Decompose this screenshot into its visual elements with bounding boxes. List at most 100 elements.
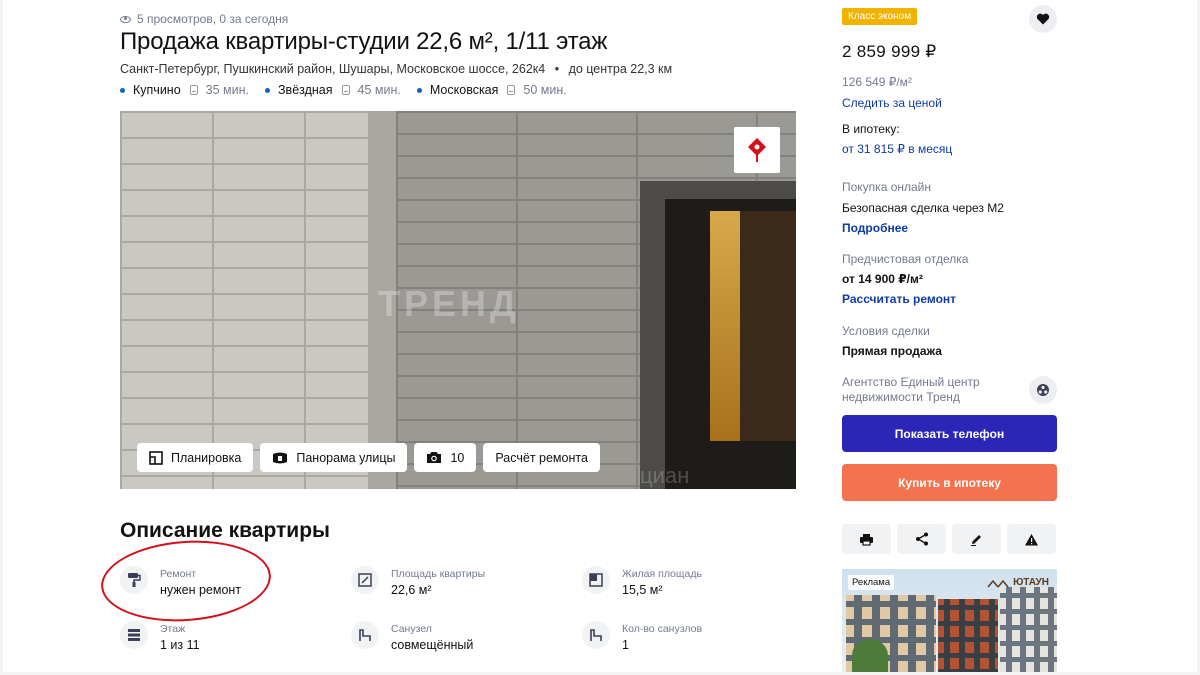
living-area-icon — [582, 566, 610, 594]
agency-logo[interactable] — [734, 127, 780, 173]
metro-time: 50 мин. — [523, 83, 567, 97]
terms-label: Условия сделки — [842, 324, 930, 338]
floorplan-button[interactable]: Планировка — [137, 443, 254, 472]
agency-name[interactable]: Агентство Единый центр недвижимости Трен… — [842, 375, 992, 405]
finish-label: Предчистовая отделка — [842, 252, 969, 266]
photo-door — [740, 211, 796, 441]
camera-icon — [427, 452, 442, 463]
floorplan-label: Планировка — [171, 450, 242, 465]
feature-label: Площадь квартиры — [391, 568, 486, 580]
transport-icon — [189, 85, 198, 95]
listing-page: 5 просмотров, 0 за сегодня Продажа кварт… — [3, 0, 1197, 672]
share-icon — [915, 532, 928, 546]
online-purchase-link[interactable]: Подробнее — [842, 221, 908, 235]
distance-text: до центра 22,3 км — [568, 62, 673, 76]
metro-item[interactable]: Купчино 35 мин. — [120, 83, 249, 97]
online-purchase-value: Безопасная сделка через М2 — [842, 201, 1004, 215]
address: Санкт-Петербург, Пушкинский район, Шушар… — [120, 62, 672, 76]
heart-icon — [1036, 13, 1050, 25]
feature-value: 15,5 м² — [622, 583, 663, 597]
feature-label: Жилая площадь — [622, 568, 702, 580]
metro-dot-icon — [416, 87, 422, 93]
photo-actions: Планировка Панорама улицы 10 Расчёт ремо… — [137, 443, 600, 472]
tools-bar — [842, 524, 1056, 554]
feature-label: Санузел — [391, 623, 432, 635]
feature-value: 1 из 11 — [160, 638, 200, 652]
floors-icon — [120, 621, 148, 649]
bathroom-count-icon — [582, 621, 610, 649]
report-button[interactable] — [1007, 524, 1056, 554]
map-pin-icon — [748, 138, 766, 162]
share-button[interactable] — [897, 524, 946, 554]
annotation-circle — [98, 535, 274, 627]
street-view-icon — [273, 452, 288, 463]
metro-time: 35 мин. — [205, 83, 249, 97]
feature-living-area: Жилая площадь 15,5 м² — [582, 566, 702, 597]
floorplan-icon — [149, 450, 163, 465]
feature-label: Кол-во санузлов — [622, 623, 703, 635]
warning-icon — [1025, 533, 1038, 545]
main-photo[interactable]: ТРЕНД циан Планировка Панорама улицы 10 … — [120, 111, 796, 489]
metro-name[interactable]: Московская — [430, 83, 499, 97]
ad-brand-text: ЮТАУН — [1013, 577, 1049, 588]
photos-count: 10 — [450, 450, 465, 465]
feature-label: Этаж — [160, 623, 186, 635]
photo-wall-left — [120, 111, 380, 489]
terms-value: Прямая продажа — [842, 344, 942, 358]
price-per-meter: 126 549 ₽/м² — [842, 75, 912, 89]
calculate-renovation-link[interactable]: Рассчитать ремонт — [842, 292, 956, 306]
metro-name[interactable]: Купчино — [133, 83, 181, 97]
ad-brand: ЮТАУН — [987, 577, 1049, 588]
metro-time: 45 мин. — [357, 83, 401, 97]
photo-watermark: ТРЕНД — [378, 283, 520, 324]
finish-value: от 14 900 ₽/м² — [842, 272, 923, 286]
separator-dot: • — [554, 62, 560, 76]
feature-bathroom: Санузел совмещённый — [351, 621, 473, 652]
online-purchase-label: Покупка онлайн — [842, 180, 932, 194]
feature-value: совмещённый — [391, 638, 474, 652]
follow-price-link[interactable]: Следить за ценой — [842, 96, 942, 110]
address-text[interactable]: Санкт-Петербург, Пушкинский район, Шушар… — [120, 62, 545, 76]
bathroom-icon — [351, 621, 379, 649]
street-view-label: Панорама улицы — [296, 450, 396, 465]
ad-banner[interactable]: Реклама ЮТАУН — [842, 569, 1057, 672]
views-counter: 5 просмотров, 0 за сегодня — [120, 12, 288, 26]
show-phone-button[interactable]: Показать телефон — [842, 415, 1057, 452]
feature-area: Площадь квартиры 22,6 м² — [351, 566, 485, 597]
transport-icon — [341, 85, 350, 95]
mortgage-link[interactable]: от 31 815 ₽ в месяц — [842, 142, 952, 156]
metro-list: Купчино 35 мин. Звёздная 45 мин. Московс… — [120, 83, 567, 97]
renovation-calc-button[interactable]: Расчёт ремонта — [483, 443, 600, 472]
agency-icon — [1037, 384, 1049, 396]
photo-watermark-cian: циан — [640, 463, 690, 488]
print-icon — [860, 533, 873, 546]
metro-item[interactable]: Московская 50 мин. — [416, 83, 567, 97]
ad-building-image — [938, 599, 998, 672]
photos-count-button[interactable]: 10 — [414, 443, 477, 472]
mortgage-label: В ипотеку: — [842, 122, 900, 136]
ad-label: Реклама — [848, 575, 895, 590]
transport-icon — [507, 85, 516, 95]
metro-dot-icon — [120, 87, 125, 93]
favorite-button[interactable] — [1029, 5, 1057, 33]
metro-item[interactable]: Звёздная 45 мин. — [265, 83, 401, 97]
feature-value: 22,6 м² — [391, 583, 432, 597]
street-view-button[interactable]: Панорама улицы — [260, 443, 408, 472]
eye-icon — [120, 15, 131, 23]
ad-building-image — [1000, 587, 1057, 672]
metro-name[interactable]: Звёздная — [278, 83, 333, 97]
feature-bathroom-count: Кол-во санузлов 1 — [582, 621, 702, 652]
buy-mortgage-button[interactable]: Купить в ипотеку — [842, 464, 1057, 501]
pencil-icon — [971, 534, 981, 546]
renovation-calc-label: Расчёт ремонта — [495, 450, 588, 465]
brand-logo-icon — [987, 579, 1009, 587]
feature-value: 1 — [622, 638, 629, 652]
class-badge: Класс эконом — [842, 8, 918, 25]
edit-note-button[interactable] — [952, 524, 1001, 554]
page-title: Продажа квартиры-студии 22,6 м², 1/11 эт… — [120, 28, 608, 55]
feature-floor: Этаж 1 из 11 — [120, 621, 200, 652]
print-button[interactable] — [842, 524, 891, 554]
price: 2 859 999 ₽ — [842, 42, 937, 61]
agency-avatar[interactable] — [1029, 376, 1057, 404]
metro-dot-icon — [265, 87, 270, 93]
